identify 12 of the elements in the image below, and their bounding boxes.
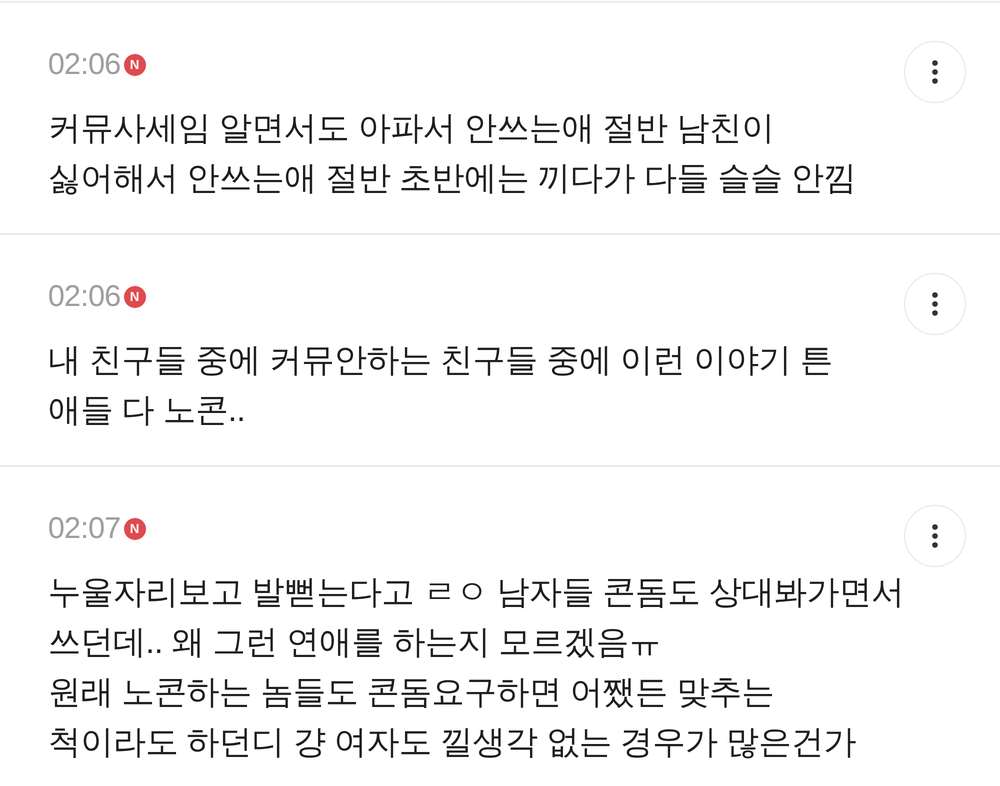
comment-time: 02:06 xyxy=(48,50,121,80)
comment-text: 내 친구들 중에 커뮤안하는 친구들 중에 이런 이야기 튼 애들 다 노콘.. xyxy=(48,340,832,430)
comment-text: 커뮤사세임 알면서도 아파서 안쓰는애 절반 남친이 싫어해서 안쓰는애 절반 초반에는 끼다가 다들 슬슬 안낌 xyxy=(48,108,856,198)
new-badge: N xyxy=(124,54,146,76)
more-icon xyxy=(932,60,938,84)
new-badge: N xyxy=(124,518,146,540)
new-badge: N xyxy=(124,286,146,308)
comment-text: 누울자리보고 발뻗는다고 ㄹㅇ 남자들 콘돔도 상대봐가면서 쓰던데.. 왜 그런 연애를 하는지 모르겠음ㅠ 원래 노콘하는 놈들도 콘돔요구하면 어쨌든 맞추는 척이라도 하던디 걍 여자도 낄생각 없는 경우가 많은건가 xyxy=(48,572,904,762)
comment-time: 02:06 xyxy=(48,282,121,312)
comment-time: 02:07 xyxy=(48,514,121,544)
more-icon xyxy=(932,292,938,316)
more-icon xyxy=(932,524,938,548)
